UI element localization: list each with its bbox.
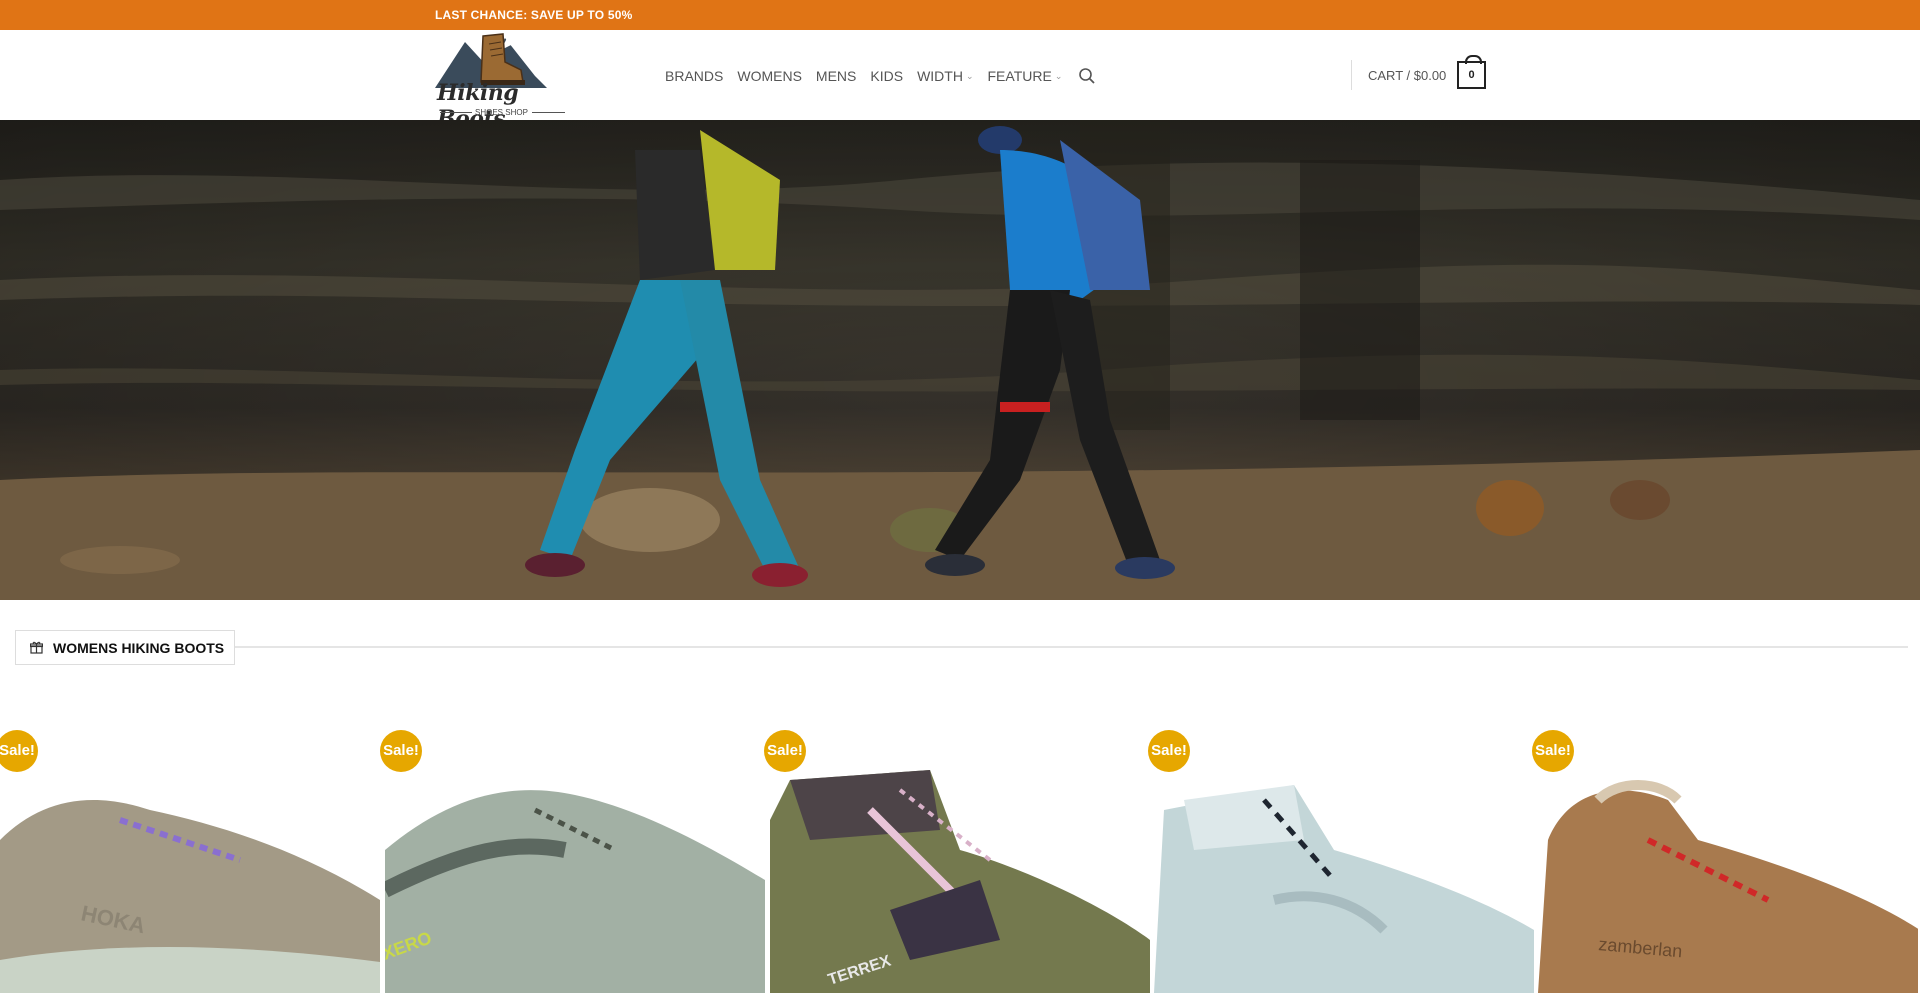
product-image: zamberlan xyxy=(1538,780,1918,993)
promo-text: LAST CHANCE: SAVE UP TO 50% xyxy=(435,8,633,22)
chevron-down-icon: ⌄ xyxy=(965,70,974,81)
main-nav: BRANDS WOMENS MENS KIDS WIDTH ⌄ FEATURE … xyxy=(665,67,1096,85)
nav-feature[interactable]: FEATURE ⌄ xyxy=(988,68,1063,84)
hero-image xyxy=(0,120,1920,600)
nav-feature-label: FEATURE xyxy=(987,68,1052,84)
nav-mens[interactable]: MENS xyxy=(816,68,856,84)
header-divider xyxy=(1351,60,1352,90)
search-icon[interactable] xyxy=(1078,67,1096,85)
cart-link[interactable]: CART / $0.00 xyxy=(1368,68,1446,83)
nav-womens[interactable]: WOMENS xyxy=(737,68,802,84)
section-divider xyxy=(234,646,1908,648)
logo-divider xyxy=(440,112,472,113)
section-header: WOMENS HIKING BOOTS xyxy=(15,630,235,665)
nav-width[interactable]: WIDTH ⌄ xyxy=(917,68,973,84)
gift-icon xyxy=(30,641,43,654)
product-card[interactable]: HOKA xyxy=(0,700,380,993)
product-card[interactable]: TERREX xyxy=(770,700,1150,993)
sale-badge: Sale! xyxy=(764,730,806,772)
logo-divider xyxy=(532,112,565,113)
product-image: TERREX xyxy=(770,770,1150,993)
product-card[interactable] xyxy=(1154,700,1534,993)
sale-badge: Sale! xyxy=(1532,730,1574,772)
site-logo[interactable]: Hiking Boots SHOES SHOP xyxy=(435,30,575,132)
section-title: WOMENS HIKING BOOTS xyxy=(53,639,225,656)
nav-kids[interactable]: KIDS xyxy=(870,68,903,84)
sale-badge: Sale! xyxy=(1148,730,1190,772)
product-card[interactable]: zamberlan xyxy=(1538,700,1918,993)
cart-count-badge[interactable]: 0 xyxy=(1457,55,1486,89)
promo-bar: LAST CHANCE: SAVE UP TO 50% xyxy=(0,0,1920,30)
nav-brands[interactable]: BRANDS xyxy=(665,68,723,84)
product-image xyxy=(1154,785,1534,993)
product-image: XERO xyxy=(385,790,765,993)
nav-width-label: WIDTH xyxy=(917,68,963,84)
product-image: HOKA xyxy=(0,800,380,993)
chevron-down-icon: ⌄ xyxy=(1054,70,1063,81)
logo-tagline: SHOES SHOP xyxy=(475,108,528,117)
product-card[interactable]: XERO xyxy=(385,700,765,993)
hero-banner xyxy=(0,120,1920,600)
sale-badge: Sale! xyxy=(380,730,422,772)
